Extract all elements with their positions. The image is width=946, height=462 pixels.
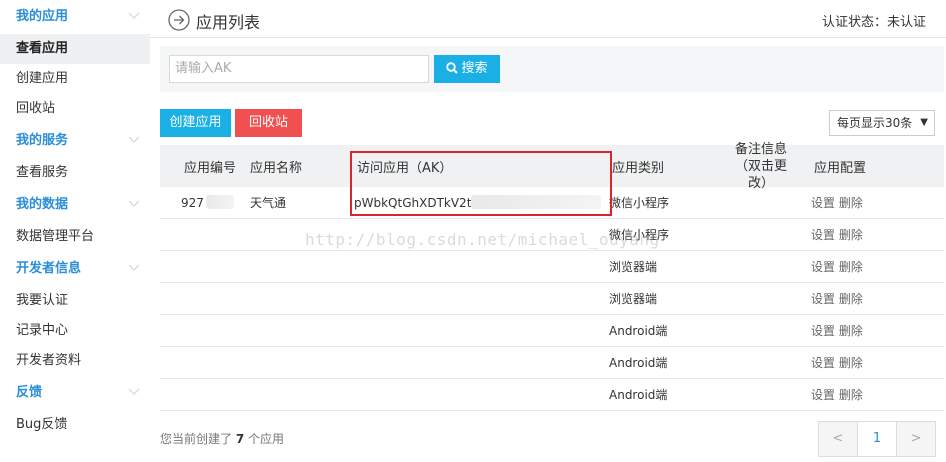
table-row: Android端 设置 删除	[160, 347, 944, 379]
sidebar-item-records[interactable]: 记录中心	[0, 316, 150, 346]
chevron-down-icon	[128, 200, 140, 208]
cell-type: 浏览器端	[609, 292, 658, 306]
config-delete-link[interactable]: 删除	[839, 388, 863, 402]
cell-type: 浏览器端	[609, 260, 658, 274]
sidebar-item-data-platform[interactable]: 数据管理平台	[0, 222, 150, 252]
col-header-id: 应用编号	[184, 160, 237, 176]
main-content: 应用列表 认证状态：未认证 请输入AK 搜索 创建应用 回收站 每页显示30条 …	[150, 0, 946, 462]
sidebar-section-title: 我的数据	[16, 197, 69, 212]
cell-config: 设置 删除	[811, 187, 863, 219]
watermark: http://blog.csdn.net/michael_ouyang	[305, 230, 660, 249]
cell-config: 设置 删除	[811, 347, 863, 379]
chevron-down-icon	[128, 12, 140, 20]
pagination: < 1 >	[818, 421, 936, 457]
col-header-type: 应用类别	[612, 160, 665, 176]
sidebar: 我的应用 查看应用 创建应用 回收站 我的服务 查看服务 我的数据 数据管理平台…	[0, 0, 150, 462]
col-header-name: 应用名称	[250, 160, 303, 176]
config-set-link[interactable]: 设置	[811, 196, 835, 210]
cell-type: Android端	[609, 388, 668, 402]
config-set-link[interactable]: 设置	[811, 292, 835, 306]
summary-count: 7	[235, 432, 245, 446]
sidebar-section-title: 反馈	[16, 385, 43, 400]
cell-config: 设置 删除	[811, 283, 863, 315]
sidebar-section-title: 我的服务	[16, 133, 69, 148]
certification-status: 认证状态：未认证	[821, 15, 926, 30]
cell-type: 微信小程序	[609, 196, 670, 210]
sidebar-section-my-apps[interactable]: 我的应用	[0, 0, 150, 34]
table-row: 浏览器端 设置 删除	[160, 251, 944, 283]
config-delete-link[interactable]: 删除	[839, 292, 863, 306]
cell-type: Android端	[609, 324, 668, 338]
chevron-down-icon	[128, 136, 140, 144]
ak-highlight-box	[350, 151, 612, 216]
col-header-notes-line1: 备注信息	[734, 141, 787, 157]
cell-config: 设置 删除	[811, 251, 863, 283]
config-set-link[interactable]: 设置	[811, 388, 835, 402]
cell-type: Android端	[609, 356, 668, 370]
page-number-current[interactable]: 1	[857, 422, 897, 456]
table-row: Android端 设置 删除	[160, 315, 944, 347]
redacted-blur	[205, 195, 234, 209]
summary-prefix: 您当前创建了	[160, 432, 233, 446]
search-panel: 请输入AK 搜索	[160, 46, 944, 92]
table-row: 浏览器端 设置 删除	[160, 283, 944, 315]
create-app-button[interactable]: 创建应用	[160, 109, 231, 137]
back-arrow-icon[interactable]	[168, 9, 190, 31]
sidebar-section-my-data[interactable]: 我的数据	[0, 188, 150, 222]
header-bar: 应用列表 认证状态：未认证	[150, 0, 946, 38]
cell-config: 设置 删除	[811, 379, 863, 411]
config-delete-link[interactable]: 删除	[839, 260, 863, 274]
search-button-label: 搜索	[461, 61, 488, 76]
chevron-down-icon	[128, 264, 140, 272]
sidebar-item-view-apps[interactable]: 查看应用	[0, 34, 150, 64]
config-delete-link[interactable]: 删除	[839, 356, 863, 370]
page-title: 应用列表	[196, 13, 261, 32]
sidebar-item-view-services[interactable]: 查看服务	[0, 158, 150, 188]
config-set-link[interactable]: 设置	[811, 356, 835, 370]
sidebar-item-bug-feedback[interactable]: Bug反馈	[0, 410, 150, 440]
sidebar-item-dev-profile[interactable]: 开发者资料	[0, 346, 150, 376]
page-size-select[interactable]: 每页显示30条 ▼	[829, 110, 935, 136]
app-count-summary: 您当前创建了 7 个应用	[160, 430, 284, 447]
search-icon	[446, 62, 459, 74]
cell-id-text: 927	[181, 196, 204, 210]
config-delete-link[interactable]: 删除	[839, 324, 863, 338]
config-set-link[interactable]: 设置	[811, 260, 835, 274]
prev-page-button[interactable]: <	[819, 422, 857, 456]
sidebar-section-title: 开发者信息	[16, 261, 82, 276]
recycle-bin-button[interactable]: 回收站	[235, 109, 302, 137]
config-delete-link[interactable]: 删除	[839, 196, 863, 210]
page-size-value: 每页显示30条	[837, 116, 913, 130]
app-table: 应用编号 应用名称 访问应用（AK） 应用类别 备注信息 （双击更改） 应用配置…	[160, 142, 944, 411]
sidebar-item-recycle-bin[interactable]: 回收站	[0, 94, 150, 124]
sidebar-section-developer-info[interactable]: 开发者信息	[0, 252, 150, 286]
cell-config: 设置 删除	[811, 315, 863, 347]
config-delete-link[interactable]: 删除	[839, 228, 863, 242]
cell-id: 927	[181, 187, 234, 219]
cell-config: 设置 删除	[811, 219, 863, 251]
table-row: Android端 设置 删除	[160, 379, 944, 411]
caret-down-icon: ▼	[920, 117, 928, 128]
sidebar-section-my-services[interactable]: 我的服务	[0, 124, 150, 158]
search-input[interactable]: 请输入AK	[169, 55, 429, 83]
config-set-link[interactable]: 设置	[811, 324, 835, 338]
sidebar-section-title: 我的应用	[16, 9, 69, 24]
sidebar-section-feedback[interactable]: 反馈	[0, 376, 150, 410]
next-page-button[interactable]: >	[897, 422, 935, 456]
summary-suffix: 个应用	[248, 432, 285, 446]
sidebar-item-certify[interactable]: 我要认证	[0, 286, 150, 316]
col-header-notes: 备注信息 （双击更改）	[726, 142, 796, 191]
chevron-down-icon	[128, 388, 140, 396]
col-header-config: 应用配置	[814, 160, 867, 176]
search-button[interactable]: 搜索	[434, 55, 500, 83]
sidebar-item-create-app[interactable]: 创建应用	[0, 64, 150, 94]
cell-name: 天气通	[250, 196, 287, 210]
config-set-link[interactable]: 设置	[811, 228, 835, 242]
